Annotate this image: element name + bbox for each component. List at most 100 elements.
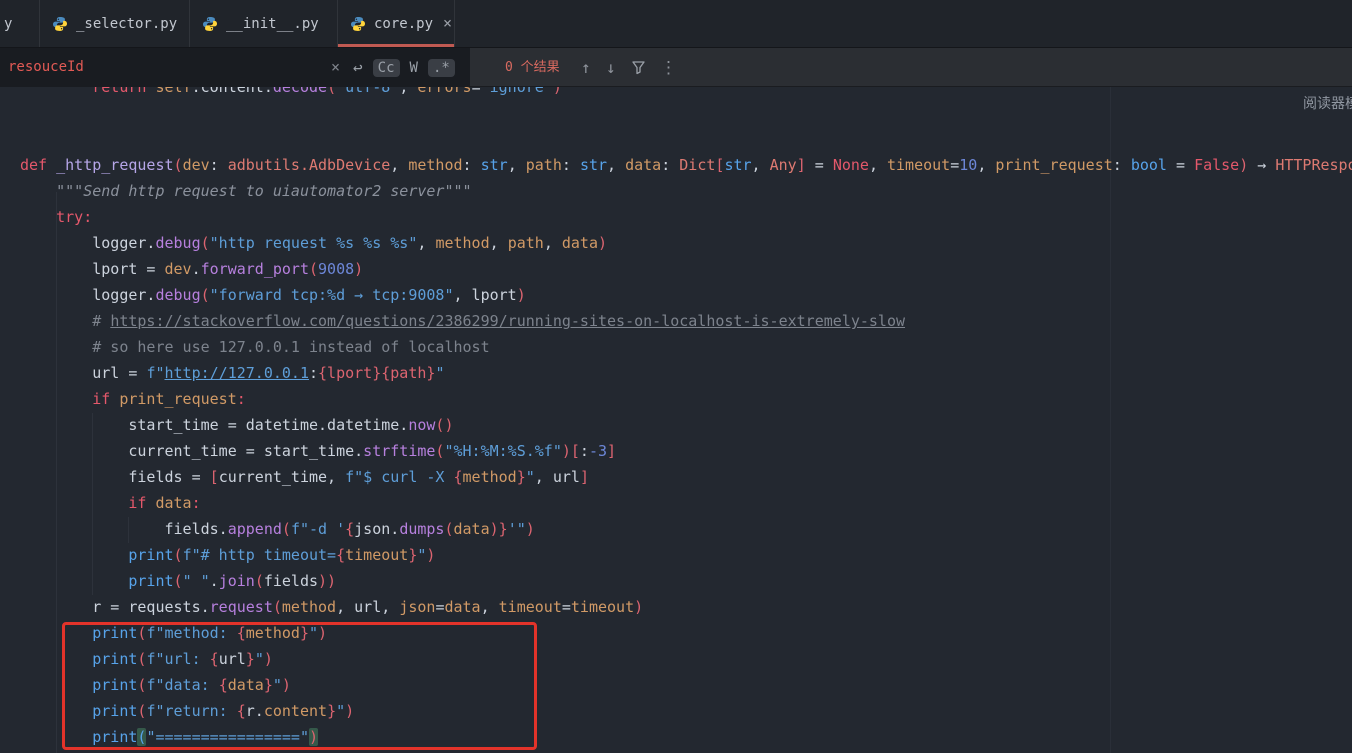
code-token: " (526, 468, 535, 486)
code-token: } (246, 650, 255, 668)
tab-selector-py[interactable]: _selector.py (40, 0, 190, 47)
close-icon[interactable]: × (443, 16, 452, 31)
code-token: bool (1131, 156, 1167, 174)
code-line: lport = dev.forward_port(9008) (20, 256, 1352, 282)
code-line: logger.debug("forward tcp:%d → tcp:9008"… (20, 282, 1352, 308)
code-token (20, 624, 92, 642)
code-area: return self.content.decode('utf-8', erro… (20, 87, 1352, 750)
code-token: , (508, 156, 526, 174)
code-token: print (92, 624, 137, 642)
code-line: fields.append(f"-d '{json.dumps(data)}'"… (20, 516, 1352, 542)
code-token: : (463, 156, 481, 174)
code-token: → (1248, 156, 1275, 174)
more-options-icon[interactable]: ⋮ (660, 48, 677, 87)
code-token: logger. (20, 234, 155, 252)
code-token: ) (426, 546, 435, 564)
code-token: " (435, 364, 444, 382)
code-token: current_time = start_time. (20, 442, 363, 460)
search-controls: × ↩ Cc W .* (328, 48, 455, 87)
code-token: debug (155, 286, 200, 304)
code-token: } (517, 468, 526, 486)
code-token: """Send http request to uiautomator2 ser… (20, 182, 472, 200)
code-token: https://stackoverflow.com/questions/2386… (110, 312, 905, 330)
code-token: , (390, 156, 408, 174)
code-line: try: (20, 204, 1352, 230)
tab-label: _selector.py (76, 16, 177, 32)
code-token: ) (282, 676, 291, 694)
code-token (20, 650, 92, 668)
code-token: [ (210, 468, 219, 486)
code-token: ) (264, 650, 273, 668)
code-token: : (1113, 156, 1131, 174)
code-token: ( (444, 520, 453, 538)
code-line: print(f"return: {r.content}") (20, 698, 1352, 724)
code-token: , url, (336, 598, 399, 616)
code-token: data (444, 598, 480, 616)
code-line (20, 126, 1352, 152)
code-line: fields = [current_time, f"$ curl -X {met… (20, 464, 1352, 490)
editor-surface[interactable]: return self.content.decode('utf-8', erro… (0, 87, 1352, 753)
next-match-button[interactable]: ↓ (606, 48, 616, 87)
code-token: method (463, 468, 517, 486)
code-token: = (950, 156, 959, 174)
code-token: , (399, 87, 417, 96)
code-token: fields. (20, 520, 228, 538)
code-token: , url (535, 468, 580, 486)
code-line: if data: (20, 490, 1352, 516)
search-input[interactable]: resouceId × ↩ Cc W .* (0, 48, 470, 87)
code-token: ) (318, 624, 327, 642)
code-token: data (562, 234, 598, 252)
regex-toggle[interactable]: .* (428, 59, 455, 77)
code-token: ) (634, 598, 643, 616)
tab-overflow-cut[interactable]: y (0, 0, 40, 47)
code-token: path (508, 234, 544, 252)
code-token: self (155, 87, 191, 96)
code-token: ] (607, 442, 616, 460)
code-token: , (752, 156, 770, 174)
code-token (20, 572, 128, 590)
code-token (20, 546, 128, 564)
code-token (20, 494, 128, 512)
code-line: print(f"data: {data}") (20, 672, 1352, 698)
match-case-toggle[interactable]: Cc (373, 59, 400, 77)
code-token: "%H:%M:%S.%f" (444, 442, 561, 460)
code-token: print (92, 676, 137, 694)
code-token: debug (155, 234, 200, 252)
code-token: " (309, 624, 318, 642)
tab-init-py[interactable]: __init__.py (190, 0, 338, 47)
code-token: http://127.0.0.1 (165, 364, 310, 382)
code-token: { (237, 702, 246, 720)
tab-core-py[interactable]: core.py × (338, 0, 455, 47)
code-token: append (228, 520, 282, 538)
code-token: 'utf-8' (336, 87, 399, 96)
code-token: False (1194, 156, 1239, 174)
code-token: } (264, 676, 273, 694)
code-token: content (264, 702, 327, 720)
code-token (20, 208, 56, 226)
code-token: } (327, 702, 336, 720)
code-token: f"# http timeout= (183, 546, 337, 564)
whole-words-toggle[interactable]: W (407, 59, 421, 77)
code-token: None (833, 156, 869, 174)
code-token: # so here use 127.0.0.1 instead of local… (20, 338, 490, 356)
find-bar: resouceId × ↩ Cc W .* 0 个结果 ↑ ↓ ⋮ (0, 48, 1352, 87)
filter-icon[interactable] (631, 48, 646, 87)
code-token: . (210, 572, 219, 590)
clear-search-icon[interactable]: × (328, 58, 343, 77)
code-token: )) (318, 572, 336, 590)
code-token: ) (345, 702, 354, 720)
code-token: } (300, 624, 309, 642)
code-token: : (192, 494, 201, 512)
code-token: method (435, 234, 489, 252)
previous-match-button[interactable]: ↑ (581, 48, 591, 87)
code-token: join (219, 572, 255, 590)
code-token: , (417, 234, 435, 252)
code-token: timeout (345, 546, 408, 564)
newline-icon[interactable]: ↩ (350, 58, 366, 78)
code-token: lport = (20, 260, 165, 278)
code-token: method (246, 624, 300, 642)
code-token: { (219, 676, 228, 694)
code-line: print(f"url: {url}") (20, 646, 1352, 672)
code-token: dev (183, 156, 210, 174)
code-line: def _http_request(dev: adbutils.AdbDevic… (20, 152, 1352, 178)
